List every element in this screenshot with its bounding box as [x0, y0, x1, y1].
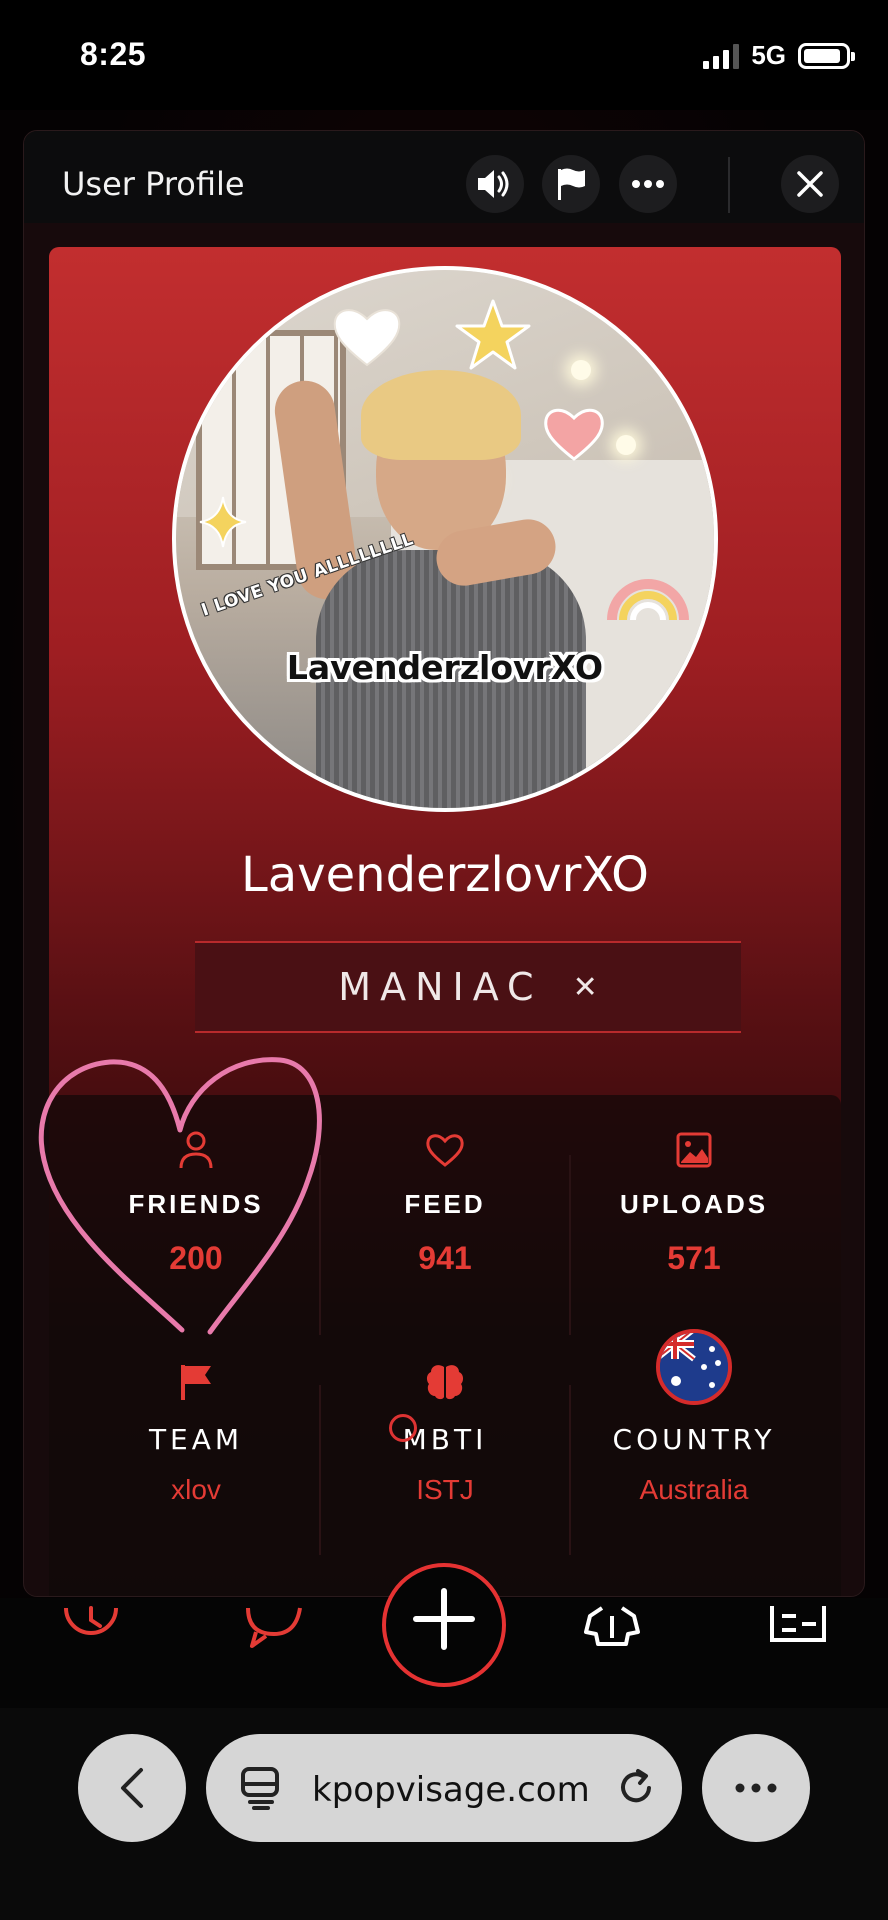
back-button[interactable] — [78, 1734, 186, 1842]
stat-label: FEED — [404, 1189, 486, 1219]
signal-icon — [703, 43, 740, 69]
browser-toolbar: kpopvisage.com — [0, 1708, 888, 1920]
modal-title: User Profile — [62, 165, 245, 203]
status-time: 8:25 — [80, 36, 147, 72]
status-bar: 8:25 5G — [0, 0, 888, 110]
browser-more-button[interactable] — [702, 1734, 810, 1842]
chevron-left-icon — [121, 1768, 143, 1808]
stat-value: ISTJ — [416, 1474, 474, 1505]
stat-mbti[interactable]: MBTI ISTJ — [320, 1357, 570, 1506]
stat-country[interactable]: COUNTRY Australia — [569, 1327, 819, 1506]
heart-doodle-icon — [38, 1057, 322, 1335]
network-label: 5G — [751, 40, 786, 70]
stat-team[interactable]: TEAM xlov — [71, 1357, 321, 1506]
url-text: kpopvisage.com — [312, 1770, 590, 1810]
avatar-name-overlay: LavenderzlovrXO — [286, 648, 604, 687]
close-button[interactable] — [781, 155, 839, 213]
scroll-indicator-icon[interactable] — [389, 1414, 417, 1442]
stat-label: COUNTRY — [612, 1423, 776, 1456]
title-badge[interactable]: MANIAC ✕ — [195, 941, 741, 1033]
status-indicators: 5G — [703, 40, 855, 71]
pink-heart-sticker-icon — [544, 408, 604, 461]
sound-button[interactable] — [466, 155, 524, 213]
stat-value: Australia — [639, 1474, 749, 1505]
profile-card: I LOVE YOU ALLLLLLLL LavenderzlovrXO Lav… — [49, 247, 841, 1596]
shirt-icon[interactable] — [584, 1606, 640, 1646]
close-icon — [797, 171, 823, 197]
create-post-button[interactable] — [382, 1563, 506, 1687]
address-bar[interactable]: kpopvisage.com — [206, 1734, 682, 1842]
profile-avatar[interactable]: I LOVE YOU ALLLLLLLL LavenderzlovrXO — [172, 266, 718, 812]
heart-icon — [426, 1134, 464, 1167]
close-icon: ✕ — [572, 970, 598, 1004]
stat-value: 941 — [418, 1240, 472, 1276]
speaker-icon — [478, 170, 509, 198]
ellipsis-icon — [735, 1783, 777, 1793]
stat-uploads[interactable]: UPLOADS 571 — [569, 1125, 819, 1277]
reload-icon[interactable] — [616, 1768, 656, 1808]
stat-value: 571 — [667, 1240, 721, 1276]
bottom-tab-bar — [0, 1563, 888, 1708]
heart-sticker-icon — [333, 309, 401, 367]
modal-header: User Profile — [24, 131, 864, 223]
plus-icon — [413, 1588, 475, 1650]
flag-icon — [181, 1365, 211, 1400]
ellipsis-icon — [632, 180, 664, 188]
badge-label: MANIAC — [338, 965, 543, 1009]
rainbow-sticker-icon — [607, 579, 689, 621]
sparkle-sticker-icon — [199, 496, 247, 548]
header-divider — [728, 157, 730, 213]
page-icon[interactable] — [240, 1766, 280, 1810]
stat-feed[interactable]: FEED 941 — [320, 1125, 570, 1277]
user-profile-modal: User Profile I LOVE YOU ALLLLLLLL Lavend… — [23, 130, 865, 1597]
chat-icon[interactable] — [244, 1606, 304, 1650]
report-button[interactable] — [542, 155, 600, 213]
clock-icon[interactable] — [62, 1606, 120, 1646]
flag-icon — [558, 168, 585, 200]
more-options-button[interactable] — [619, 155, 677, 213]
star-sticker-icon — [455, 299, 531, 370]
id-card-icon[interactable] — [768, 1606, 828, 1648]
stat-label: TEAM — [148, 1423, 244, 1456]
australia-flag-icon — [656, 1329, 732, 1405]
battery-icon — [798, 42, 855, 69]
stat-label: MBTI — [402, 1423, 488, 1456]
stat-value: xlov — [171, 1474, 221, 1505]
brain-icon — [426, 1365, 464, 1400]
stat-label: UPLOADS — [619, 1189, 769, 1219]
profile-username: LavenderzlovrXO — [241, 847, 649, 903]
image-icon — [676, 1132, 712, 1168]
